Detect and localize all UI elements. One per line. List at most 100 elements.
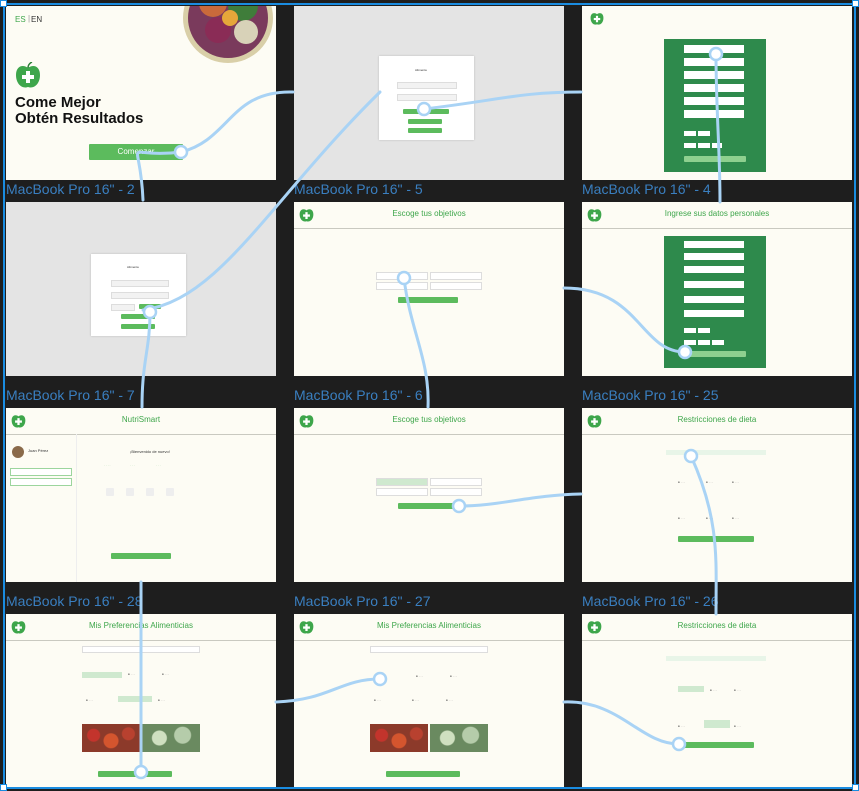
food-chip[interactable]: ● · · · <box>162 672 169 676</box>
quick-action[interactable] <box>106 488 114 496</box>
food-chip[interactable]: ● · · · <box>446 698 453 702</box>
food-chip[interactable]: ● · · · <box>450 674 457 678</box>
preference-chip[interactable]: ● · · · <box>678 724 685 728</box>
login-facebook[interactable] <box>408 128 442 133</box>
preference-chip-selected[interactable] <box>704 720 730 728</box>
sidebar-link[interactable] <box>10 468 72 476</box>
selection-handle[interactable] <box>0 784 7 791</box>
frame-food-preferences[interactable]: Mis Preferencias Alimenticias ● · · · ● … <box>6 614 276 788</box>
start-button[interactable]: Comenzar <box>89 144 183 160</box>
quick-action[interactable] <box>126 488 134 496</box>
personal-option[interactable] <box>712 340 724 345</box>
frame-goals-selected[interactable]: Escoge tus objetivos <box>294 408 564 582</box>
frame-diet-restrictions[interactable]: Restricciones de dieta ● · · · ● · · · ●… <box>582 408 852 582</box>
preference-chip[interactable]: ● · · · <box>734 724 741 728</box>
personal-field[interactable] <box>684 266 744 273</box>
quick-action[interactable] <box>166 488 174 496</box>
diet-type-select[interactable] <box>666 450 766 455</box>
personal-option[interactable] <box>684 340 696 345</box>
personal-submit[interactable] <box>684 351 746 357</box>
preference-chip[interactable]: ● · · · <box>706 516 713 520</box>
register-option[interactable] <box>684 143 696 148</box>
goal-option[interactable] <box>376 488 428 496</box>
frame-personal-data[interactable]: Ingrese sus datos personales <box>582 202 852 376</box>
food-chip[interactable]: ● · · · <box>412 698 419 702</box>
preference-chip[interactable]: ● · · · <box>678 516 685 520</box>
login-submit[interactable] <box>139 304 161 309</box>
goal-option[interactable] <box>376 282 428 290</box>
goal-option[interactable] <box>430 488 482 496</box>
personal-option[interactable] <box>698 328 710 333</box>
diet-chip[interactable]: ● · · · <box>710 688 717 692</box>
lang-es[interactable]: ES <box>15 15 26 24</box>
frame-login-2[interactable]: Alimenta <box>6 202 276 376</box>
goal-option[interactable] <box>376 272 428 280</box>
register-field[interactable] <box>684 45 744 53</box>
food-chip[interactable]: ● · · · <box>416 674 423 678</box>
selection-handle[interactable] <box>852 784 859 791</box>
quick-action[interactable] <box>146 488 154 496</box>
login-email[interactable] <box>111 280 169 287</box>
frame-diet-restrictions-2[interactable]: Restricciones de dieta ● · · · ● · · · ●… <box>582 614 852 788</box>
login-submit[interactable] <box>403 109 449 114</box>
login-google[interactable] <box>408 119 442 124</box>
frame-goals[interactable]: Escoge tus objetivos <box>294 202 564 376</box>
food-chip[interactable]: ● · · · <box>158 698 165 702</box>
food-search[interactable] <box>82 646 200 653</box>
save-preferences-button[interactable] <box>386 771 460 777</box>
personal-field[interactable] <box>684 281 744 288</box>
food-search[interactable] <box>370 646 488 653</box>
diet-chip[interactable]: ● · · · <box>734 688 741 692</box>
diet-type-select[interactable] <box>666 656 766 661</box>
goal-option[interactable] <box>430 478 482 486</box>
food-chip[interactable]: ● · · · <box>374 698 381 702</box>
login-facebook[interactable] <box>121 324 155 329</box>
diet-continue-button[interactable] <box>678 536 754 542</box>
food-chip[interactable]: ● · · · <box>86 698 93 702</box>
register-submit[interactable] <box>684 156 746 162</box>
personal-option[interactable] <box>684 328 696 333</box>
continue-button[interactable] <box>398 503 458 509</box>
register-field[interactable] <box>684 84 744 92</box>
food-chip[interactable]: ● · · · <box>374 674 381 678</box>
food-chip[interactable]: ● · · · <box>128 672 135 676</box>
register-option[interactable] <box>698 143 710 148</box>
register-field[interactable] <box>684 110 744 118</box>
food-chip-selected[interactable] <box>118 696 152 702</box>
goal-option[interactable] <box>430 282 482 290</box>
diet-chip[interactable]: ● · · · <box>732 480 739 484</box>
save-preferences-button[interactable] <box>98 771 172 777</box>
login-email[interactable] <box>397 82 457 89</box>
selection-handle[interactable] <box>0 0 7 7</box>
login-password[interactable] <box>397 94 457 101</box>
preference-chip[interactable]: ● · · · <box>732 516 739 520</box>
register-field[interactable] <box>684 58 744 66</box>
diet-chip-selected[interactable] <box>678 686 704 692</box>
sidebar-link[interactable] <box>10 478 72 486</box>
goal-option[interactable] <box>430 272 482 280</box>
diet-chip[interactable]: ● · · · <box>706 480 713 484</box>
frame-landing[interactable]: ES | EN Come Mejor Obtén Resultados Come… <box>6 6 276 180</box>
frame-register[interactable] <box>582 6 852 180</box>
selection-handle[interactable] <box>852 0 859 7</box>
diet-chip[interactable]: ● · · · <box>678 480 685 484</box>
personal-option[interactable] <box>698 340 710 345</box>
register-field[interactable] <box>684 97 744 105</box>
lang-en[interactable]: EN <box>31 15 42 24</box>
frame-login[interactable]: Alimenta <box>294 6 564 180</box>
goal-option-selected[interactable] <box>376 478 428 486</box>
personal-field[interactable] <box>684 296 744 303</box>
register-field[interactable] <box>684 71 744 79</box>
personal-field[interactable] <box>684 253 744 260</box>
continue-button[interactable] <box>398 297 458 303</box>
personal-field[interactable] <box>684 310 744 317</box>
register-option[interactable] <box>712 143 722 148</box>
login-google[interactable] <box>121 314 155 319</box>
login-password[interactable] <box>111 292 169 299</box>
dashboard-cta[interactable] <box>111 553 171 559</box>
frame-dashboard[interactable]: NutriSmart Juan Pérez ¡Bienvenido de nue… <box>6 408 276 582</box>
register-option[interactable] <box>684 131 696 136</box>
login-register-link[interactable] <box>111 304 135 311</box>
register-option[interactable] <box>698 131 710 136</box>
diet-continue-button[interactable] <box>678 742 754 748</box>
